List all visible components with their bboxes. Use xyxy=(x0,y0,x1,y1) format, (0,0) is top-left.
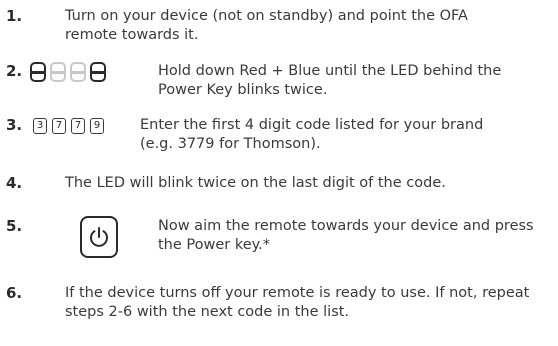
button-icon xyxy=(50,62,66,82)
step-number: 4. xyxy=(6,174,23,192)
digit-key-icon: 7 xyxy=(71,118,85,134)
step-text-line: The LED will blink twice on the last dig… xyxy=(65,175,446,191)
step-text-line: remote towards it. xyxy=(65,27,199,43)
step-number: 6. xyxy=(6,284,23,302)
step-number: 2. xyxy=(6,62,23,80)
power-key-illustration xyxy=(80,216,118,258)
step-text-line: (e.g. 3779 for Thomson). xyxy=(140,136,321,152)
code-keys-illustration: 3 7 7 9 xyxy=(33,118,104,134)
remote-buttons-illustration xyxy=(30,62,106,82)
button-icon xyxy=(90,62,106,82)
step-text-line: the Power key.* xyxy=(158,237,271,253)
step-text: The LED will blink twice on the last dig… xyxy=(65,174,446,193)
instruction-page: { "steps": [ { "number": "1.", "lines": … xyxy=(0,0,558,346)
power-icon xyxy=(90,227,108,247)
step-text-line: steps 2-6 with the next code in the list… xyxy=(65,304,350,320)
step-text: Turn on your device (not on standby) and… xyxy=(65,7,468,45)
step-text: Enter the first 4 digit code listed for … xyxy=(140,116,483,154)
step-number: 3. xyxy=(6,116,23,134)
step-number: 5. xyxy=(6,217,23,235)
button-icon xyxy=(30,62,46,82)
step-text: Hold down Red + Blue until the LED behin… xyxy=(158,62,501,100)
step-text-line: If the device turns off your remote is r… xyxy=(65,285,530,301)
digit-key-icon: 9 xyxy=(90,118,104,134)
step-text-line: Enter the first 4 digit code listed for … xyxy=(140,117,484,133)
step-text-line: Power Key blinks twice. xyxy=(158,82,328,98)
digit-key-icon: 7 xyxy=(52,118,66,134)
step-number: 1. xyxy=(6,7,23,25)
step-text-line: Hold down Red + Blue until the LED behin… xyxy=(158,63,502,79)
step-text-line: Turn on your device (not on standby) and… xyxy=(65,8,468,24)
step-text: If the device turns off your remote is r… xyxy=(65,284,529,322)
button-icon xyxy=(70,62,86,82)
digit-key-icon: 3 xyxy=(33,118,47,134)
step-text: Now aim the remote towards your device a… xyxy=(158,217,534,255)
step-text-line: Now aim the remote towards your device a… xyxy=(158,218,534,234)
